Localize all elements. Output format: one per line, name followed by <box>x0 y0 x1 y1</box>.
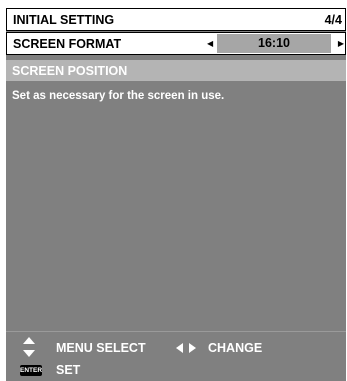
left-right-arrows-icon <box>176 343 196 353</box>
menu-select-label: MENU SELECT <box>56 341 146 355</box>
screen-format-label: SCREEN FORMAT <box>13 37 122 51</box>
arrow-left-icon[interactable]: ◀ <box>207 39 213 48</box>
menu-title-bar: INITIAL SETTING 4/4 <box>6 8 346 31</box>
menu-title: INITIAL SETTING <box>13 13 115 27</box>
screen-format-value: 16:10 <box>258 36 290 50</box>
screen-format-item[interactable]: SCREEN FORMAT ◀ 16:10 ▶ <box>6 32 346 55</box>
arrow-right-icon[interactable]: ▶ <box>338 39 344 48</box>
up-down-arrows-icon <box>23 337 35 357</box>
screen-position-label: SCREEN POSITION <box>12 64 128 78</box>
initial-setting-menu: INITIAL SETTING 4/4 SCREEN FORMAT ◀ 16:1… <box>6 8 346 381</box>
screen-format-selector[interactable]: ◀ 16:10 ▶ <box>207 34 344 53</box>
set-label: SET <box>56 363 81 377</box>
page-indicator: 4/4 <box>324 13 342 27</box>
footer: MENU SELECT CHANGE ENTER SET <box>6 332 346 381</box>
change-label: CHANGE <box>208 341 263 355</box>
help-text: Set as necessary for the screen in use. <box>12 90 225 102</box>
screen-format-value-box: 16:10 <box>217 34 331 53</box>
enter-key-icon: ENTER <box>20 365 43 376</box>
screen-position-item[interactable]: SCREEN POSITION <box>6 60 346 81</box>
